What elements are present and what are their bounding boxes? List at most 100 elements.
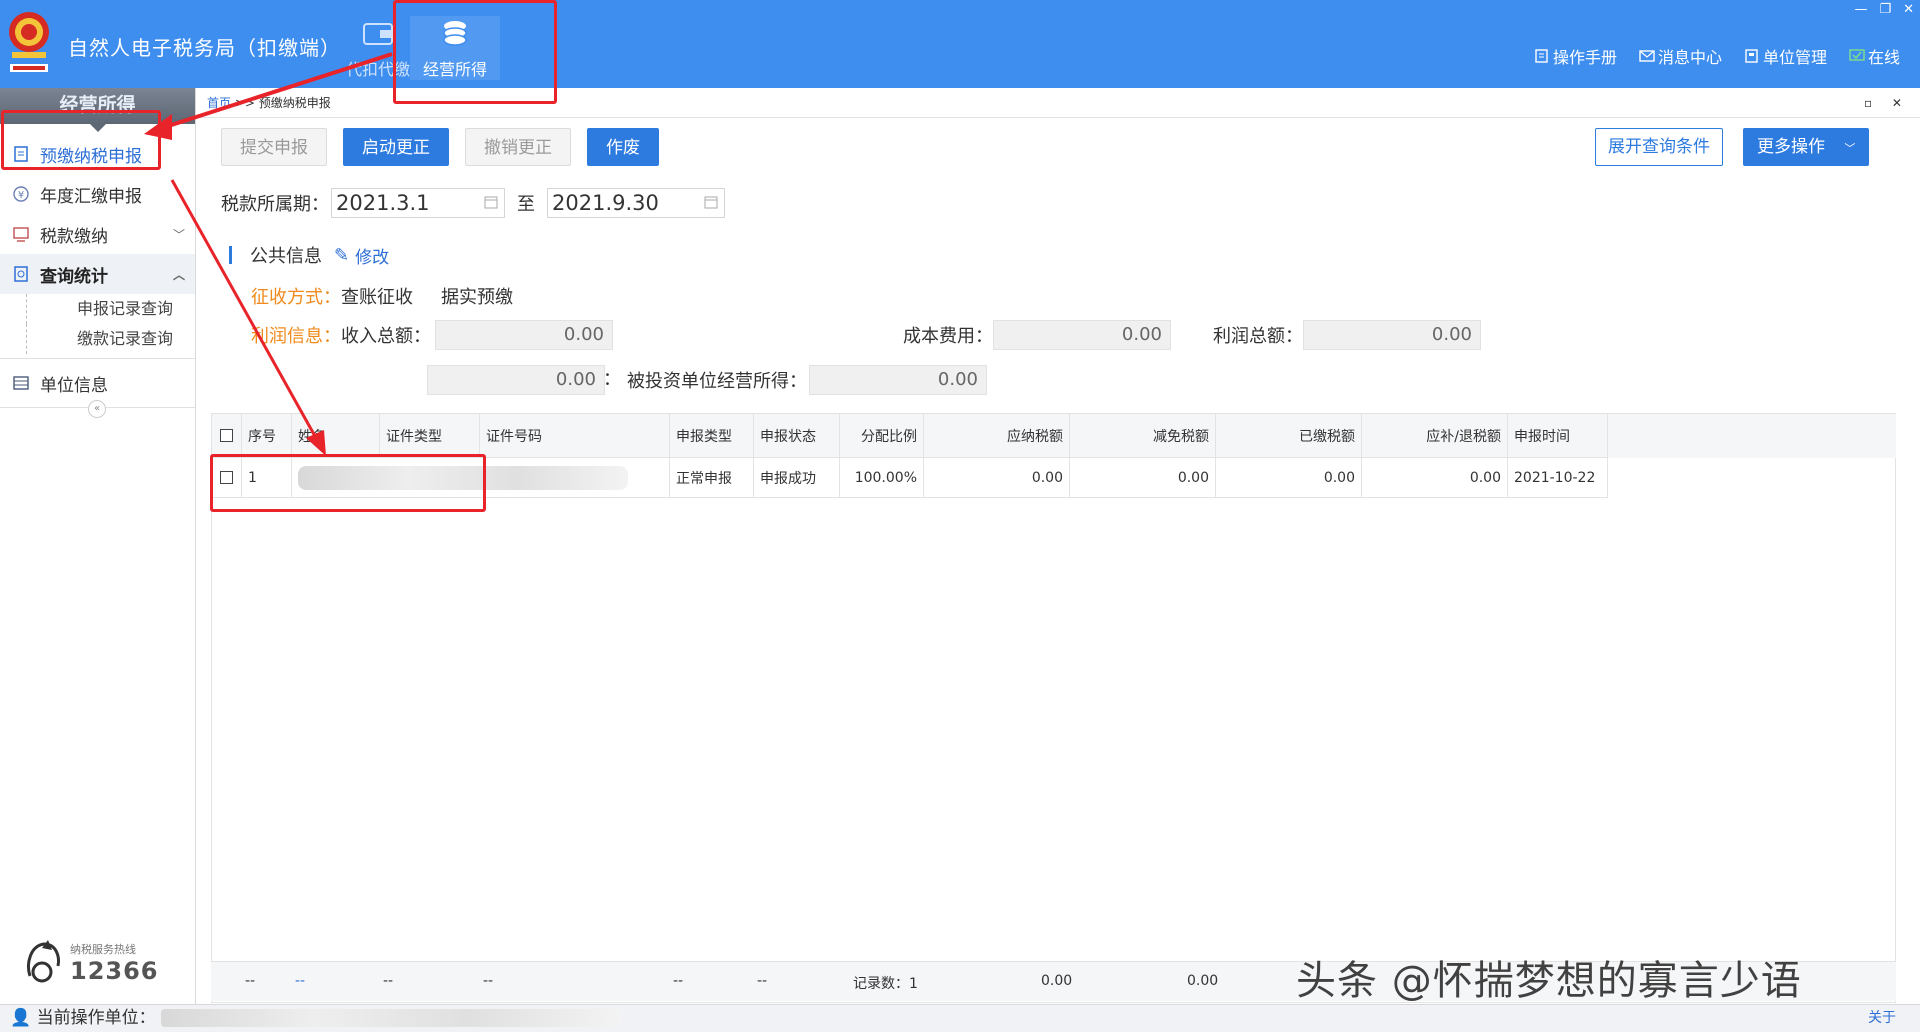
tax-period-row: 税款所属期： 2021.3.1 至 2021.9.30 (221, 188, 725, 218)
unit-icon (1745, 49, 1758, 63)
annotation-highlight-menu (1, 110, 161, 170)
breadcrumb-separator: >> (234, 96, 255, 110)
minimize-button[interactable]: — (1854, 2, 1867, 17)
col-header-tax-reduction[interactable]: 减免税额 (1069, 413, 1216, 458)
more-actions-button[interactable]: 更多操作 ﹀ (1743, 128, 1870, 166)
cell-decl-status: 申报成功 (753, 457, 840, 498)
about-link[interactable]: 关于 (1868, 1005, 1896, 1031)
invested-field[interactable]: 0.00 (809, 365, 987, 395)
nav-label: 单位管理 (1762, 48, 1827, 67)
col-header-decl-time[interactable]: 申报时间 (1507, 413, 1608, 458)
nav-messages[interactable]: 消息中心 (1639, 44, 1722, 68)
levy-method-value: 查账征收 (341, 287, 413, 308)
records-count: 1 (909, 976, 918, 992)
breadcrumb-home[interactable]: 首页 (207, 96, 231, 110)
sidebar-item-query-stats[interactable]: 查询统计 ︿ (0, 254, 195, 294)
period-start-value: 2021.3.1 (336, 191, 430, 215)
chevron-down-icon: ﹀ (1844, 142, 1856, 155)
cell-tax-paid: 0.00 (1215, 457, 1362, 498)
col-header-id-type[interactable]: 证件类型 (379, 413, 480, 458)
annotation-highlight-row (210, 454, 486, 512)
col-header-ratio[interactable]: 分配比例 (839, 413, 924, 458)
col-header-tax-due[interactable]: 应补/退税额 (1361, 413, 1508, 458)
tax-emblem-logo (9, 12, 49, 72)
select-all-cell[interactable] (211, 413, 242, 458)
period-start-input[interactable]: 2021.3.1 (331, 188, 505, 218)
income-label: 收入总额： (341, 326, 431, 347)
profit-total-field[interactable]: 0.00 (1303, 320, 1481, 350)
yuan-icon: ¥ (13, 186, 29, 202)
sidebar-item-unit-info[interactable]: 单位信息 (0, 363, 195, 403)
payment-icon (13, 227, 29, 242)
calendar-icon (484, 196, 498, 209)
service-hotline: 纳税服务热线 12366 (22, 936, 159, 990)
sidebar: 经营所得 预缴纳税申报 ¥ 年度汇缴申报 税款缴纳 ﹀ 查询统计 ︿ 申报记录查… (0, 88, 196, 1004)
col-header-tax-paid[interactable]: 已缴税额 (1215, 413, 1362, 458)
sidebar-subitem-declaration-records[interactable]: 申报记录查询 (26, 294, 195, 324)
status-bar: 👤 当前操作单位： 关于 (0, 1004, 1920, 1032)
maximize-button[interactable]: ❐ (1879, 2, 1891, 17)
summary-id-type: -- (383, 973, 394, 989)
hotline-title: 纳税服务热线 (70, 943, 136, 956)
summary-decl-type: -- (673, 973, 684, 989)
summary-name: -- (295, 973, 306, 989)
submit-declaration-button[interactable]: 提交申报 (221, 128, 327, 166)
profit-total-row: 利润总额： 0.00 (1013, 320, 1481, 350)
window-controls: — ❐ ✕ (1854, 2, 1914, 17)
nav-label: 在线 (1867, 48, 1900, 67)
nav-unit-management[interactable]: 单位管理 (1744, 44, 1827, 68)
title-bar: 自然人电子税务局（扣缴端） 代扣代缴 经营所得 操作手册 消息中心 单位管理 在… (0, 0, 1920, 88)
summary-decl-status: -- (757, 973, 768, 989)
query-icon (14, 266, 28, 282)
prepay-method-value: 据实预缴 (441, 287, 513, 308)
profit-info-row: 利润信息： 收入总额： 0.00 (251, 320, 613, 350)
top-navigation: 操作手册 消息中心 单位管理 在线 (1534, 44, 1900, 68)
tab-controls[interactable]: ▫ ✕ (1864, 88, 1910, 118)
close-window-button[interactable]: ✕ (1903, 2, 1914, 17)
breadcrumb-current: 预缴纳税申报 (258, 96, 331, 110)
sidebar-divider (0, 358, 195, 359)
user-icon: 👤 (10, 1008, 32, 1028)
redacted-unit-name (160, 1009, 621, 1027)
app-title: 自然人电子税务局（扣缴端） (68, 36, 341, 60)
cell-decl-type: 正常申报 (669, 457, 754, 498)
nav-online-status[interactable]: 在线 (1849, 44, 1900, 68)
col-header-name[interactable]: 姓名 (291, 413, 380, 458)
cell-tax-due: 0.00 (1361, 457, 1508, 498)
col-header-seq[interactable]: 序号 (241, 413, 292, 458)
income-total-field[interactable]: 0.00 (435, 320, 613, 350)
select-all-checkbox[interactable] (220, 429, 233, 442)
section-marker (229, 246, 232, 264)
sidebar-item-label: 年度汇缴申报 (40, 186, 142, 207)
cancel-correction-button[interactable]: 撤销更正 (465, 128, 571, 166)
col-header-decl-status[interactable]: 申报状态 (753, 413, 840, 458)
levy-method-row: 征收方式： 查账征收 据实预缴 (251, 283, 513, 309)
col-header-tax-payable[interactable]: 应纳税额 (923, 413, 1070, 458)
col-header-filler (1607, 413, 1896, 458)
loss-field[interactable]: 0.00 (427, 365, 605, 395)
period-end-input[interactable]: 2021.9.30 (547, 188, 725, 218)
wallet-icon (363, 23, 393, 45)
col-header-decl-type[interactable]: 申报类型 (669, 413, 754, 458)
cell-tax-payable: 0.00 (923, 457, 1070, 498)
chevron-down-icon: ﹀ (172, 227, 185, 242)
start-correction-button[interactable]: 启动更正 (343, 128, 449, 166)
sidebar-item-tax-payment[interactable]: 税款缴纳 ﹀ (0, 214, 195, 254)
edit-pencil-icon: ✎ (334, 244, 350, 266)
nav-manual[interactable]: 操作手册 (1534, 44, 1617, 68)
void-button[interactable]: 作废 (587, 128, 659, 166)
collapse-sidebar-button[interactable]: « (88, 400, 106, 418)
edit-public-info-link[interactable]: 修改 (355, 243, 389, 268)
online-icon (1849, 49, 1865, 61)
hotline-number: 12366 (70, 957, 159, 985)
cell-filler (1608, 458, 1896, 498)
nav-label: 消息中心 (1657, 48, 1722, 67)
sidebar-item-annual-settlement[interactable]: ¥ 年度汇缴申报 (0, 174, 195, 214)
expand-query-button[interactable]: 展开查询条件 (1595, 128, 1723, 166)
cell-ratio: 100.00% (839, 457, 924, 498)
profit-info-label: 利润信息： (251, 326, 341, 347)
period-to-label: 至 (517, 194, 535, 215)
col-header-id-number[interactable]: 证件号码 (479, 413, 670, 458)
sidebar-subitem-payment-records[interactable]: 缴款记录查询 (26, 324, 195, 354)
records-label: 记录数： (853, 976, 909, 992)
